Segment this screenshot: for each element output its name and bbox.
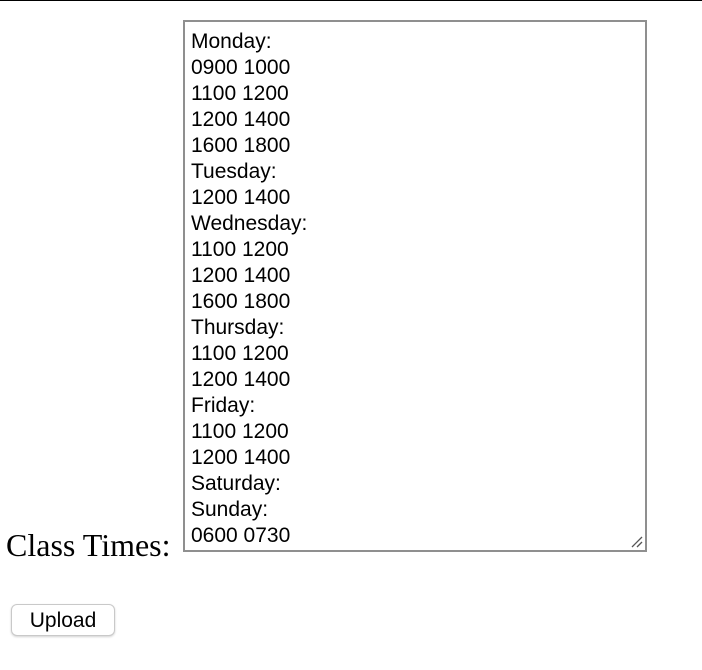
textarea-line: Tuesday:	[191, 160, 277, 183]
textarea-line: 1200 1400	[191, 368, 291, 391]
textarea-line: Thursday:	[191, 316, 285, 339]
class-times-textarea[interactable]: Monday: 0900 1000 1100 1200 1200 1400 16…	[183, 20, 647, 552]
textarea-line: Sunday:	[191, 498, 269, 521]
textarea-line: 1100 1200	[191, 420, 289, 443]
class-times-label: Class Times:	[6, 527, 171, 563]
upload-button[interactable]: Upload	[11, 604, 115, 636]
resize-grip-icon[interactable]	[629, 534, 643, 548]
textarea-line: 1100 1200	[191, 238, 289, 261]
textarea-line: 0900 1000	[191, 56, 291, 79]
textarea-line: 1100 1200	[191, 82, 289, 105]
textarea-line: 1200 1400	[191, 108, 291, 131]
class-times-lines: Monday: 0900 1000 1100 1200 1200 1400 16…	[191, 29, 307, 549]
textarea-line: 1600 1800	[191, 290, 291, 313]
top-divider	[0, 0, 702, 1]
textarea-line: 1200 1400	[191, 446, 291, 469]
textarea-line: 1200 1400	[191, 264, 291, 287]
textarea-line: Saturday:	[191, 472, 281, 495]
textarea-line: Wednesday:	[191, 212, 308, 235]
textarea-line: 1100 1200	[191, 342, 289, 365]
textarea-line: 1200 1400	[191, 186, 291, 209]
textarea-line: 1600 1800	[191, 134, 291, 157]
textarea-line: Monday:	[191, 30, 272, 53]
textarea-line: Friday:	[191, 394, 256, 417]
textarea-line: 0600 0730	[191, 524, 291, 547]
page: Class Times: Monday: 0900 1000 1100 1200…	[0, 0, 702, 670]
